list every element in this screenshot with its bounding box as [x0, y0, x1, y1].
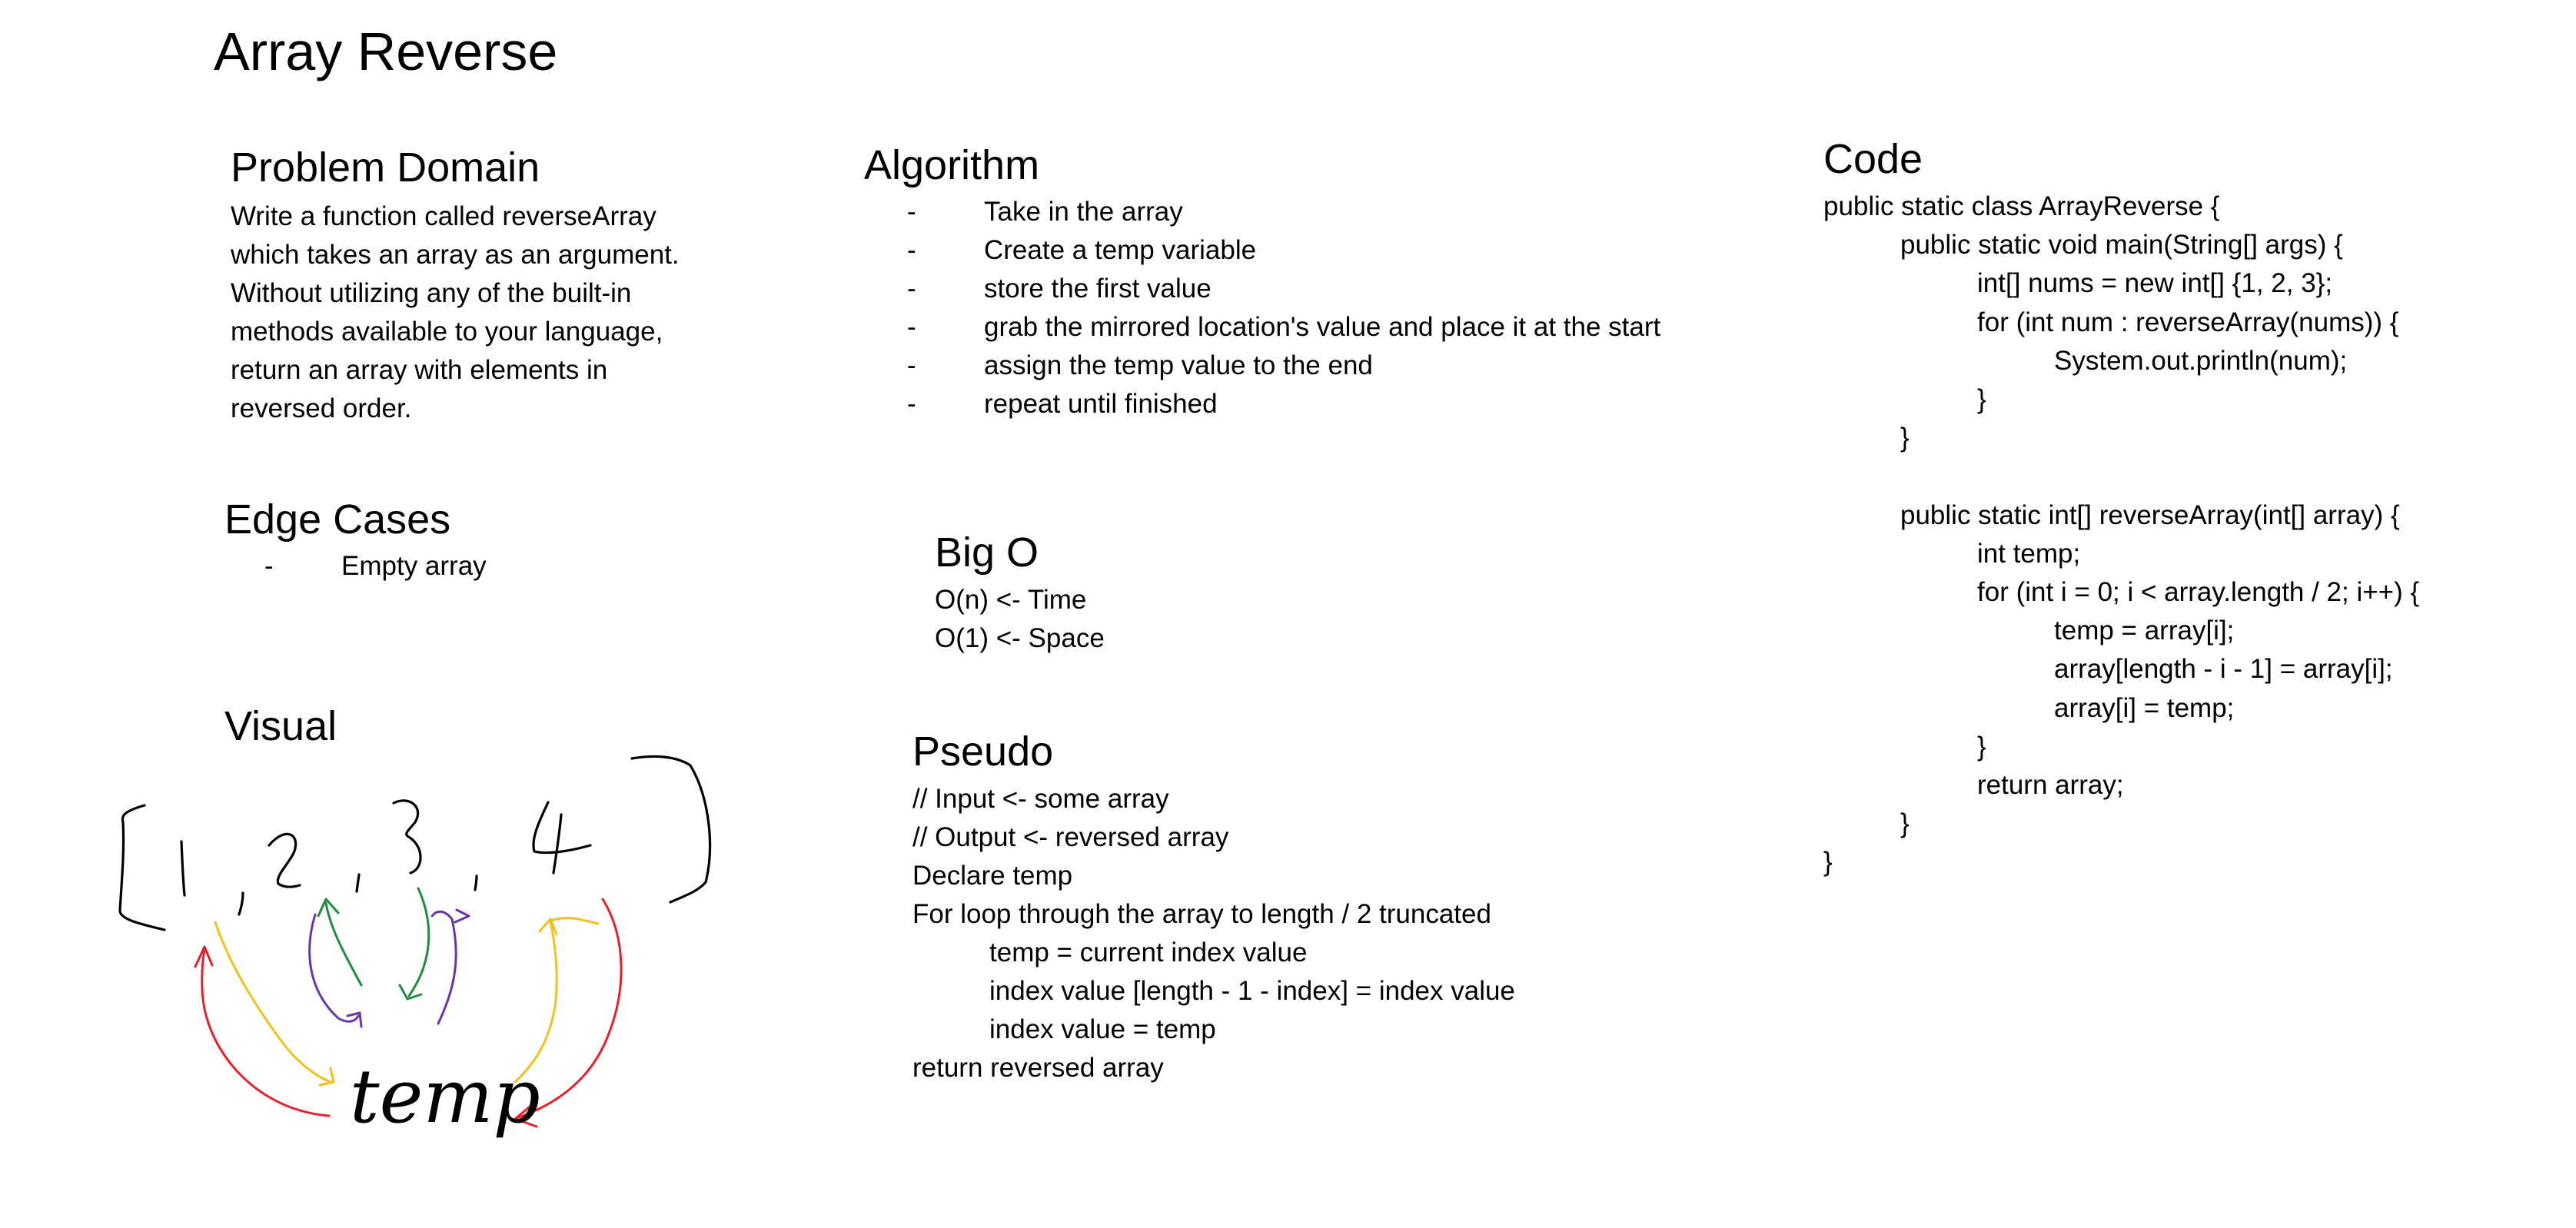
- green-arrow-to-third-sketch: [407, 887, 430, 997]
- code-line: array[i] = temp;: [2054, 692, 2235, 723]
- algorithm-step: Create a temp variable: [907, 231, 1660, 270]
- code-line: for (int i = 0; i < array.length / 2; i+…: [1977, 577, 2420, 608]
- digit-three-sketch: [392, 799, 422, 875]
- digit-four-sketch: [532, 801, 592, 855]
- big-o-heading: Big O: [935, 529, 1039, 576]
- yellow-arrow-head-sketch: [538, 918, 558, 936]
- pseudo-line: index value [length - 1 - index] = index…: [989, 976, 1515, 1006]
- pseudo-text: // Input <- some array // Output <- reve…: [912, 780, 1515, 1087]
- algorithm-step: grab the mirrored location's value and p…: [907, 308, 1660, 347]
- code-heading: Code: [1823, 136, 1923, 182]
- big-o-space: O(1) <- Space: [935, 623, 1105, 653]
- problem-domain-line: return an array with elements in: [231, 355, 608, 385]
- digit-one-sketch: [180, 840, 186, 897]
- left-bracket-sketch: [118, 804, 166, 931]
- edge-cases-heading: Edge Cases: [224, 496, 451, 543]
- code-line: }: [1900, 808, 1910, 839]
- code-line: for (int num : reverseArray(nums)) {: [1977, 307, 2399, 337]
- array-sketch: [118, 755, 712, 931]
- comma-sketch: [355, 873, 361, 893]
- code-line: }: [1823, 847, 1833, 878]
- code-line: System.out.println(num);: [2054, 345, 2348, 376]
- green-arrows: [317, 887, 430, 1001]
- algorithm-list: Take in the array Create a temp variable…: [907, 193, 1660, 423]
- pseudo-line: // Input <- some array: [912, 784, 1169, 814]
- edge-case-item: Empty array: [264, 547, 487, 586]
- edge-cases-list: Empty array: [264, 547, 487, 586]
- yellow-arrow-from-first-sketch: [214, 921, 332, 1084]
- red-arrow-to-first-sketch: [201, 948, 331, 1117]
- right-bracket-sketch: [630, 755, 712, 904]
- problem-domain-line: reversed order.: [231, 393, 412, 423]
- pseudo-heading: Pseudo: [912, 729, 1054, 775]
- digit-four-stem-sketch: [552, 813, 563, 875]
- algorithm-step: repeat until finished: [907, 385, 1660, 423]
- code-line: temp = array[i];: [2054, 616, 2235, 646]
- code-line: int[] nums = new int[] {1, 2, 3};: [1977, 268, 2333, 299]
- code-line: }: [1977, 731, 1986, 762]
- code-line: public static void main(String[] args) {: [1900, 230, 2343, 261]
- problem-domain-line: which takes an array as an argument.: [231, 240, 680, 270]
- purple-arrow-head-sketch: [454, 908, 470, 924]
- algorithm-step: assign the temp value to the end: [907, 347, 1660, 385]
- pseudo-line: // Output <- reversed array: [912, 822, 1229, 852]
- pseudo-line: return reversed array: [912, 1053, 1164, 1083]
- visual-sketch: temp: [118, 755, 712, 1140]
- comma-sketch: [238, 891, 244, 916]
- purple-arrow-to-third-sketch: [430, 910, 457, 1025]
- code-line: }: [1900, 423, 1910, 453]
- algorithm-heading: Algorithm: [864, 142, 1040, 188]
- digit-two-sketch: [268, 832, 301, 888]
- code-block: public static class ArrayReverse { publi…: [1823, 188, 2419, 882]
- big-o-time: O(n) <- Time: [935, 585, 1087, 615]
- big-o-text: O(n) <- Time O(1) <- Space: [935, 581, 1105, 658]
- pseudo-line: Declare temp: [912, 861, 1073, 891]
- code-line: return array;: [1977, 770, 2124, 801]
- algorithm-step: store the first value: [907, 270, 1660, 308]
- code-line: array[length - i - 1] = array[i];: [2054, 654, 2393, 685]
- problem-domain-line: Write a function called reverseArray: [231, 201, 656, 231]
- green-arrow-to-second-sketch: [324, 901, 363, 987]
- problem-domain-line: methods available to your language,: [231, 317, 663, 347]
- problem-domain-heading: Problem Domain: [231, 144, 540, 191]
- algorithm-step: Take in the array: [907, 193, 1660, 231]
- code-line: public static class ArrayReverse {: [1823, 191, 2220, 221]
- problem-domain-text: Write a function called reverseArray whi…: [231, 197, 680, 428]
- problem-domain-line: Without utilizing any of the built-in: [231, 278, 632, 308]
- comma-sketch: [474, 875, 478, 891]
- page-title: Array Reverse: [214, 22, 558, 81]
- temp-label-sketch: temp: [350, 1054, 540, 1140]
- code-line: int temp;: [1977, 538, 2081, 569]
- pseudo-line: index value = temp: [989, 1014, 1216, 1044]
- pseudo-line: For loop through the array to length / 2…: [912, 899, 1491, 929]
- pseudo-line: temp = current index value: [989, 938, 1308, 967]
- code-line: public static int[] reverseArray(int[] a…: [1900, 499, 2400, 530]
- code-line: }: [1977, 384, 1986, 415]
